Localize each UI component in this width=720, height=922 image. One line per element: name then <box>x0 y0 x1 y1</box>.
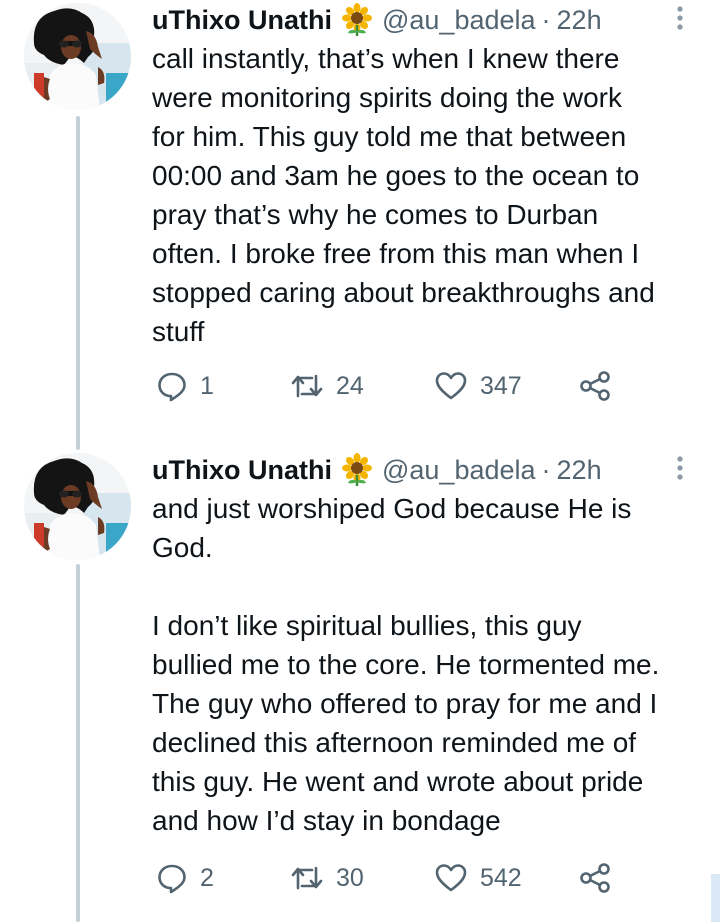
tweet[interactable]: uThixo Unathi @au_badela · 22h call inst… <box>0 0 720 450</box>
user-handle[interactable]: @au_badela <box>382 2 536 38</box>
reply-icon <box>158 864 186 894</box>
next-item-edge <box>711 874 720 922</box>
sunflower-emoji-icon <box>340 3 374 37</box>
tweet-actions: 1 24 347 <box>152 366 672 406</box>
thread-connector-line <box>76 116 80 450</box>
share-icon <box>580 863 610 893</box>
sunflower-emoji-icon <box>340 453 374 487</box>
heart-icon <box>435 372 467 400</box>
avatar[interactable] <box>24 453 131 560</box>
reply-button[interactable]: 1 <box>156 366 214 406</box>
timestamp[interactable]: 22h <box>557 452 602 488</box>
like-button[interactable]: 542 <box>434 858 522 898</box>
display-name[interactable]: uThixo Unathi <box>152 452 332 488</box>
retweet-count: 24 <box>336 371 364 400</box>
like-count: 347 <box>480 371 522 400</box>
separator-dot: · <box>541 455 551 485</box>
timestamp[interactable]: 22h <box>557 2 602 38</box>
separator-dot: · <box>541 5 551 35</box>
like-count: 542 <box>480 863 522 892</box>
heart-icon <box>435 864 467 892</box>
user-handle[interactable]: @au_badela <box>382 452 536 488</box>
tweet-thread: uThixo Unathi @au_badela · 22h call inst… <box>0 0 720 922</box>
reply-icon <box>158 372 186 402</box>
tweet[interactable]: uThixo Unathi @au_badela · 22h and just … <box>0 450 720 922</box>
tweet-text: and just worshiped God because He is God… <box>152 493 660 836</box>
share-button[interactable] <box>578 858 612 898</box>
tweet-text: call instantly, that’s when I knew there… <box>152 43 655 347</box>
thread-connector-line <box>76 564 80 922</box>
retweet-icon <box>291 374 323 398</box>
share-button[interactable] <box>578 366 612 406</box>
reply-count: 2 <box>200 863 214 892</box>
reply-count: 1 <box>200 371 214 400</box>
tweet-header: uThixo Unathi @au_badela · 22h <box>152 450 602 490</box>
more-options-icon[interactable] <box>672 454 688 484</box>
reply-button[interactable]: 2 <box>156 858 214 898</box>
retweet-button[interactable]: 24 <box>290 366 364 406</box>
retweet-count: 30 <box>336 863 364 892</box>
share-icon <box>580 371 610 401</box>
like-button[interactable]: 347 <box>434 366 522 406</box>
avatar[interactable] <box>24 3 131 110</box>
tweet-header: uThixo Unathi @au_badela · 22h <box>152 0 602 40</box>
more-options-icon[interactable] <box>672 4 688 34</box>
retweet-button[interactable]: 30 <box>290 858 364 898</box>
display-name[interactable]: uThixo Unathi <box>152 2 332 38</box>
retweet-icon <box>291 866 323 890</box>
tweet-actions: 2 30 542 <box>152 858 672 898</box>
